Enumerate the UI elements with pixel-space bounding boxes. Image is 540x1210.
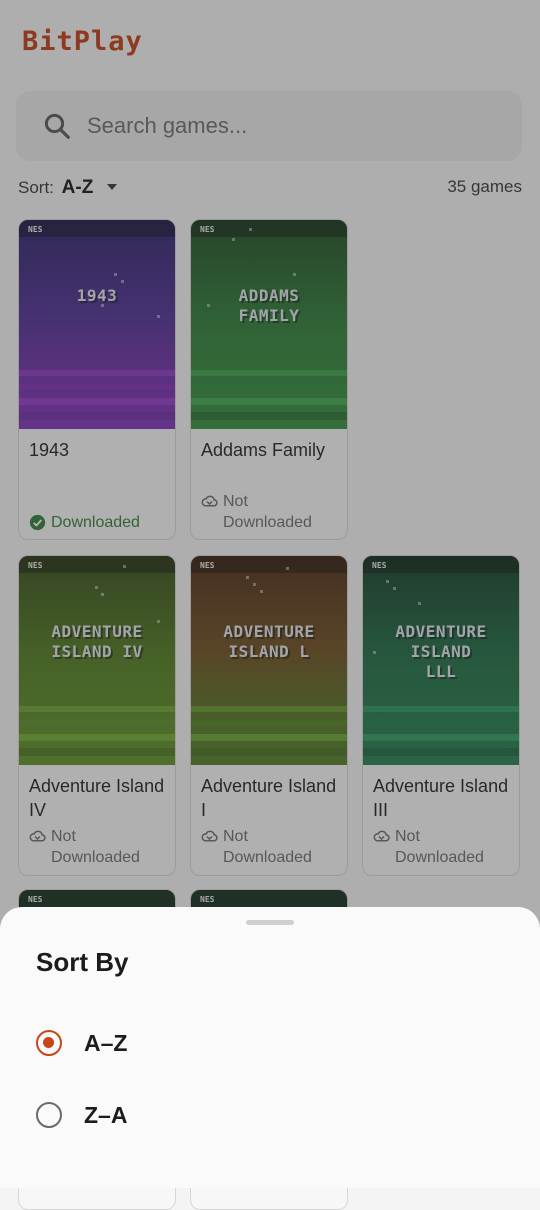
radio-selected-icon[interactable] — [36, 1030, 62, 1056]
radio-unselected-icon[interactable] — [36, 1102, 62, 1128]
sort-bottom-sheet: Sort By A–Z Z–A — [0, 907, 540, 1188]
option-label: Z–A — [84, 1102, 128, 1128]
sort-option-a-z[interactable]: A–Z — [36, 1027, 336, 1063]
drag-handle[interactable] — [246, 920, 294, 925]
sort-option-z-a[interactable]: Z–A — [36, 1099, 336, 1135]
option-label: A–Z — [84, 1030, 128, 1056]
sheet-title: Sort By — [36, 947, 129, 977]
